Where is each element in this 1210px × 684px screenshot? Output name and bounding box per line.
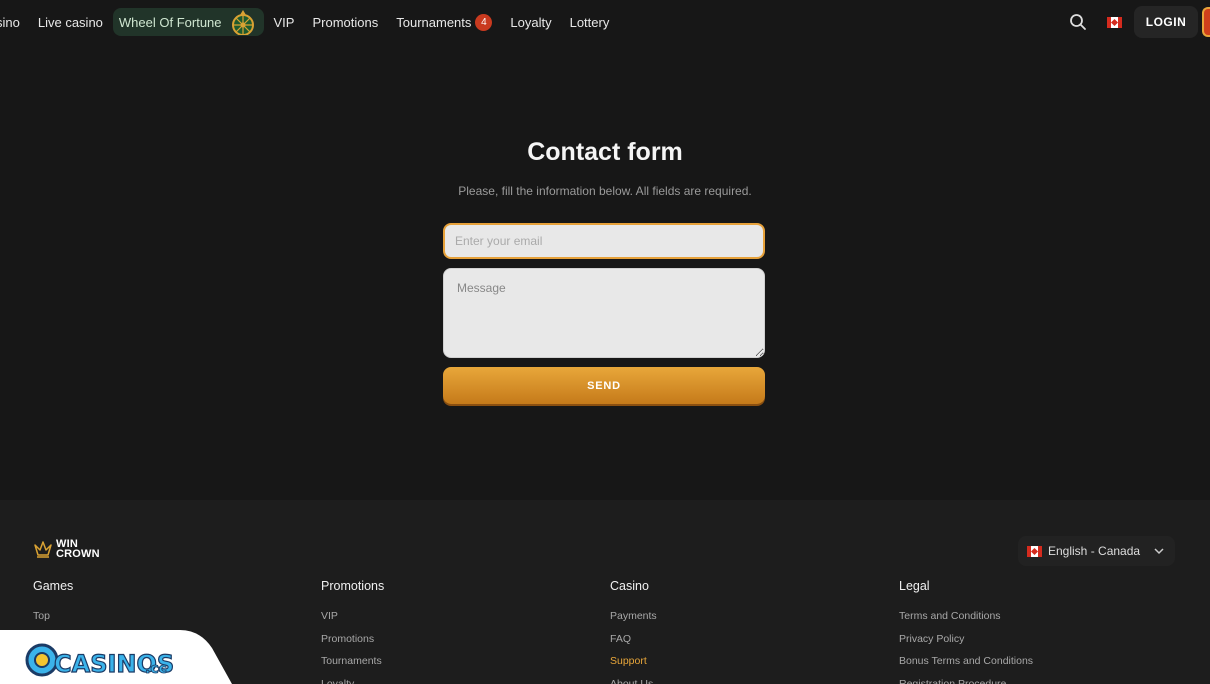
nav-item-label: Wheel Of Fortune (118, 14, 222, 30)
page-title: Contact form (527, 138, 683, 166)
footer-link-vip[interactable]: VIP (321, 605, 384, 628)
register-button[interactable] (1202, 7, 1210, 37)
nav-item-loyalty[interactable]: Loyalty (510, 15, 551, 30)
watermark-suffix: .cc (145, 661, 167, 677)
tournaments-count-badge: 4 (475, 13, 493, 31)
site-logo[interactable]: WIN CROWN (33, 539, 100, 560)
footer-link-support[interactable]: Support (610, 650, 657, 673)
logo-line-2: CROWN (56, 548, 100, 560)
form-subtitle: Please, fill the information below. All … (458, 184, 752, 198)
nav-item-live-casino[interactable]: Live casino (38, 15, 103, 30)
wheel-icon (231, 10, 254, 35)
send-button[interactable]: SEND (443, 367, 765, 404)
footer-link-bonus-terms[interactable]: Bonus Terms and Conditions (899, 650, 1033, 673)
footer-link-tournaments[interactable]: Tournaments (321, 650, 384, 673)
footer-link-payments[interactable]: Payments (610, 605, 657, 628)
nav-item-wheel-of-fortune[interactable]: Wheel Of Fortune (112, 8, 264, 36)
footer-link-registration[interactable]: Registration Procedure (899, 673, 1033, 684)
footer-link-about-us[interactable]: About Us (610, 673, 657, 684)
canada-flag-icon[interactable] (1107, 16, 1122, 28)
nav-item-tournaments[interactable]: Tournaments 4 (396, 13, 493, 31)
nav-item-lottery[interactable]: Lottery (570, 15, 610, 30)
language-label: English - Canada (1048, 544, 1141, 558)
footer-link-faq[interactable]: FAQ (610, 628, 657, 651)
footer-col-legal: Legal Terms and Conditions Privacy Polic… (899, 579, 1033, 684)
footer-col-casino: Casino Payments FAQ Support About Us (610, 579, 657, 684)
nav-item-label: Tournaments (396, 14, 472, 30)
footer-col-promotions: Promotions VIP Promotions Tournaments Lo… (321, 579, 384, 684)
logo-text: WIN CROWN (56, 539, 100, 560)
language-select[interactable]: English - Canada (1018, 536, 1175, 566)
nav-item-casino[interactable]: sino (0, 15, 20, 30)
contact-section: Contact form Please, fill the informatio… (0, 44, 1210, 500)
footer-col-title: Games (33, 579, 74, 593)
nav-right-actions: LOGIN (1069, 6, 1210, 38)
footer-link-privacy[interactable]: Privacy Policy (899, 628, 1033, 651)
nav-item-promotions[interactable]: Promotions (312, 15, 378, 30)
email-field[interactable] (443, 223, 765, 259)
footer-col-title: Promotions (321, 579, 385, 593)
footer-col-title: Casino (610, 579, 649, 593)
nav-item-vip[interactable]: VIP (274, 15, 295, 30)
footer-link-terms[interactable]: Terms and Conditions (899, 605, 1033, 628)
footer-col-games: Games Top (33, 579, 73, 628)
message-field[interactable] (443, 268, 765, 358)
footer-col-title: Legal (899, 579, 930, 593)
footer-link-top[interactable]: Top (33, 605, 73, 628)
top-nav: sino Live casino Wheel Of Fortune VIP Pr… (0, 0, 1210, 44)
footer-link-promotions[interactable]: Promotions (321, 628, 384, 651)
casinos-cc-watermark: CASINOS .cc (0, 630, 232, 684)
footer-link-loyalty[interactable]: Loyalty (321, 673, 384, 684)
login-button[interactable]: LOGIN (1134, 6, 1198, 38)
canada-flag-icon (1027, 545, 1042, 557)
crown-icon (34, 541, 52, 558)
chevron-down-icon (1154, 548, 1164, 555)
search-icon[interactable] (1069, 13, 1087, 31)
